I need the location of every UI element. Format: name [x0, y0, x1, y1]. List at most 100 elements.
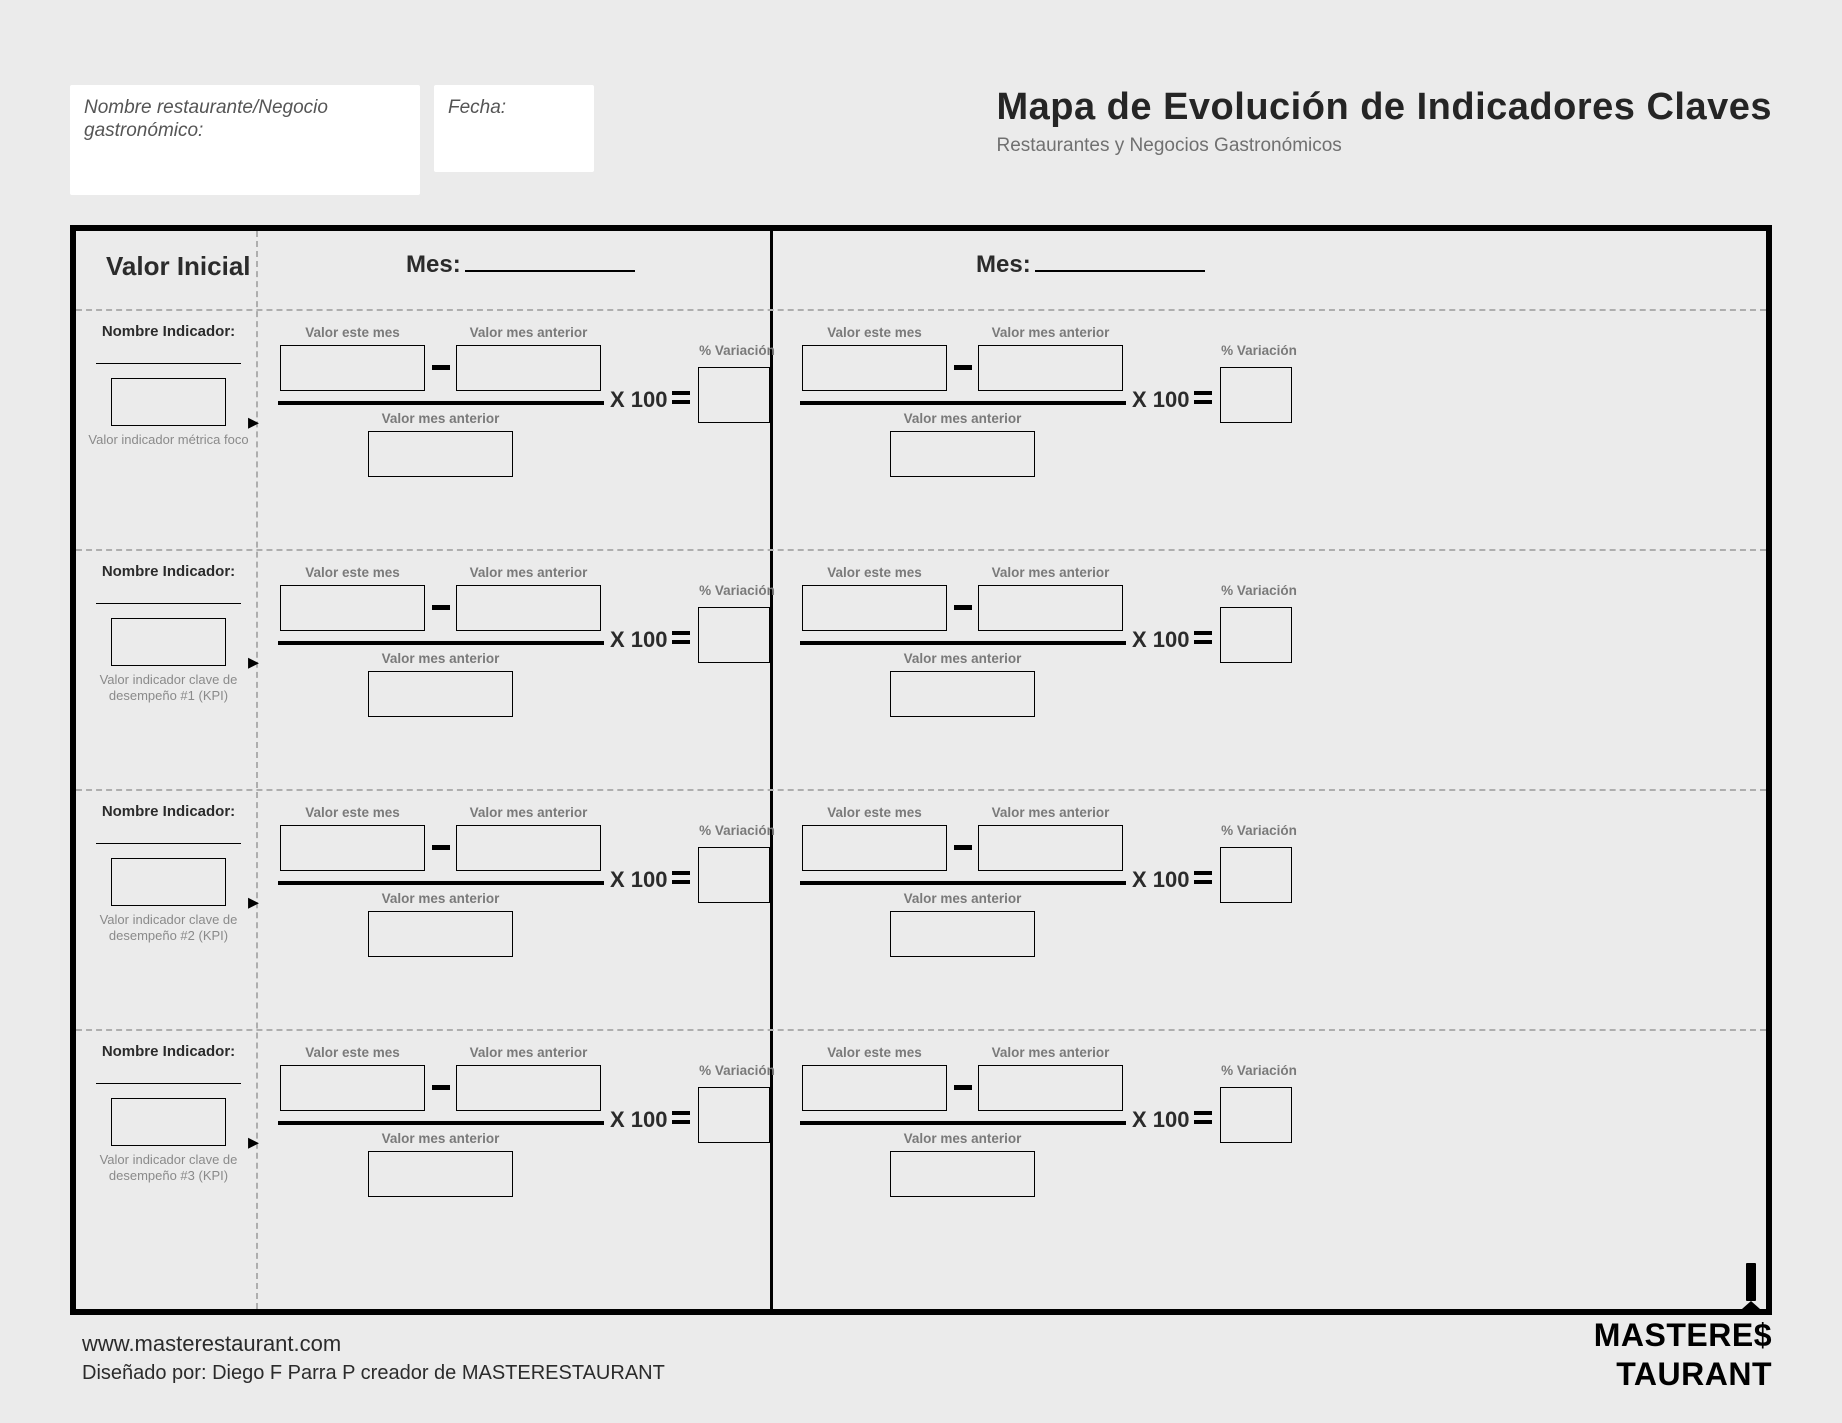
x100-label: X 100	[610, 867, 668, 893]
lbl-este-mes: Valor este mes	[280, 1045, 425, 1061]
restaurant-name-field[interactable]: Nombre restaurante/Negocio gastronómico:	[70, 85, 420, 195]
row-4-caption: Valor indicador clave de desempeño #3 (K…	[86, 1152, 251, 1185]
divider-header	[76, 309, 1766, 311]
minus-icon	[432, 1085, 450, 1090]
lbl-este-mes: Valor este mes	[280, 565, 425, 581]
lbl-variacion: % Variación	[692, 823, 782, 839]
lbl-mes-anterior-top: Valor mes anterior	[978, 565, 1123, 581]
minus-icon	[432, 605, 450, 610]
minus-icon	[432, 845, 450, 850]
date-field[interactable]: Fecha:	[434, 85, 594, 172]
mes-label-2: Mes:	[976, 251, 1031, 278]
input-variacion[interactable]	[1220, 367, 1292, 423]
fraction-bar	[278, 881, 604, 885]
arrow-right-icon: ▸	[248, 1129, 259, 1155]
input-este-mes[interactable]	[280, 585, 425, 631]
minus-icon	[954, 845, 972, 850]
row-2-name-input[interactable]	[96, 603, 241, 604]
fraction-bar	[800, 641, 1126, 645]
row-1-label-block: Nombre Indicador: Valor indicador métric…	[86, 323, 251, 448]
formula-r1c2: Valor este mes Valor mes anterior Valor …	[796, 323, 1296, 543]
title-block: Mapa de Evolución de Indicadores Claves …	[996, 85, 1772, 157]
input-mes-anterior-bottom[interactable]	[890, 671, 1035, 717]
mes-1-input-line[interactable]	[465, 270, 635, 272]
row-2-label-block: Nombre Indicador: Valor indicador clave …	[86, 563, 251, 705]
input-este-mes[interactable]	[802, 825, 947, 871]
row-3-nombre: Nombre Indicador:	[86, 803, 251, 821]
logo-wordmark: MASTERE$TAURANT	[1462, 1316, 1772, 1393]
lbl-mes-anterior-top: Valor mes anterior	[456, 1045, 601, 1061]
row-2-initial-value-input[interactable]	[111, 618, 226, 666]
fraction-bar	[800, 1121, 1126, 1125]
formula-r4c2: Valor este mes Valor mes anterior Valor …	[796, 1043, 1296, 1263]
input-este-mes[interactable]	[280, 345, 425, 391]
input-mes-anterior-bottom[interactable]	[890, 431, 1035, 477]
row-1-name-input[interactable]	[96, 363, 241, 364]
input-variacion[interactable]	[1220, 847, 1292, 903]
lbl-mes-anterior-bottom: Valor mes anterior	[890, 891, 1035, 907]
footer-url: www.masterestaurant.com	[82, 1331, 665, 1357]
equals-icon	[672, 631, 690, 649]
lbl-este-mes: Valor este mes	[280, 805, 425, 821]
input-mes-anterior-bottom[interactable]	[368, 1151, 513, 1197]
minus-icon	[954, 605, 972, 610]
lbl-este-mes: Valor este mes	[280, 325, 425, 341]
input-este-mes[interactable]	[802, 585, 947, 631]
page-title: Mapa de Evolución de Indicadores Claves	[996, 85, 1772, 131]
input-mes-anterior-top[interactable]	[456, 825, 601, 871]
row-1-caption: Valor indicador métrica foco	[86, 432, 251, 448]
input-mes-anterior-top[interactable]	[978, 1065, 1123, 1111]
fraction-bar	[278, 1121, 604, 1125]
row-4-name-input[interactable]	[96, 1083, 241, 1084]
fraction-bar	[278, 401, 604, 405]
footer-credit: Diseñado por: Diego F Parra P creador de…	[82, 1361, 665, 1385]
input-mes-anterior-top[interactable]	[978, 585, 1123, 631]
input-variacion[interactable]	[1220, 607, 1292, 663]
lbl-este-mes: Valor este mes	[802, 1045, 947, 1061]
formula-r1c1: Valor este mes Valor mes anterior Valor …	[274, 323, 774, 543]
row-3-initial-value-input[interactable]	[111, 858, 226, 906]
equals-icon	[672, 871, 690, 889]
arrow-right-icon: ▸	[248, 649, 259, 675]
input-mes-anterior-top[interactable]	[456, 1065, 601, 1111]
mes-label-1: Mes:	[406, 251, 461, 278]
equals-icon	[1194, 391, 1212, 409]
lbl-mes-anterior-top: Valor mes anterior	[978, 1045, 1123, 1061]
x100-label: X 100	[1132, 1107, 1190, 1133]
input-mes-anterior-bottom[interactable]	[368, 671, 513, 717]
input-mes-anterior-top[interactable]	[456, 345, 601, 391]
lbl-mes-anterior-bottom: Valor mes anterior	[890, 411, 1035, 427]
input-variacion[interactable]	[698, 607, 770, 663]
lbl-mes-anterior-bottom: Valor mes anterior	[368, 1131, 513, 1147]
lbl-este-mes: Valor este mes	[802, 325, 947, 341]
input-este-mes[interactable]	[280, 1065, 425, 1111]
input-variacion[interactable]	[698, 1087, 770, 1143]
row-1-initial-value-input[interactable]	[111, 378, 226, 426]
input-este-mes[interactable]	[280, 825, 425, 871]
equals-icon	[1194, 631, 1212, 649]
input-mes-anterior-top[interactable]	[978, 825, 1123, 871]
lbl-mes-anterior-bottom: Valor mes anterior	[368, 891, 513, 907]
mes-2-input-line[interactable]	[1035, 270, 1205, 272]
col-header-valor-inicial: Valor Inicial	[106, 251, 251, 282]
input-variacion[interactable]	[698, 367, 770, 423]
formula-r2c2: Valor este mes Valor mes anterior Valor …	[796, 563, 1296, 783]
input-mes-anterior-top[interactable]	[978, 345, 1123, 391]
input-mes-anterior-bottom[interactable]	[890, 1151, 1035, 1197]
divider-row-2	[76, 789, 1766, 791]
input-mes-anterior-top[interactable]	[456, 585, 601, 631]
input-mes-anterior-bottom[interactable]	[368, 431, 513, 477]
lbl-mes-anterior-bottom: Valor mes anterior	[890, 1131, 1035, 1147]
row-3-name-input[interactable]	[96, 843, 241, 844]
input-mes-anterior-bottom[interactable]	[890, 911, 1035, 957]
row-4-initial-value-input[interactable]	[111, 1098, 226, 1146]
input-mes-anterior-bottom[interactable]	[368, 911, 513, 957]
date-label: Fecha:	[448, 97, 506, 118]
divider-row-1	[76, 549, 1766, 551]
x100-label: X 100	[1132, 867, 1190, 893]
input-este-mes[interactable]	[802, 345, 947, 391]
input-variacion[interactable]	[1220, 1087, 1292, 1143]
input-variacion[interactable]	[698, 847, 770, 903]
input-este-mes[interactable]	[802, 1065, 947, 1111]
equals-icon	[1194, 1111, 1212, 1129]
